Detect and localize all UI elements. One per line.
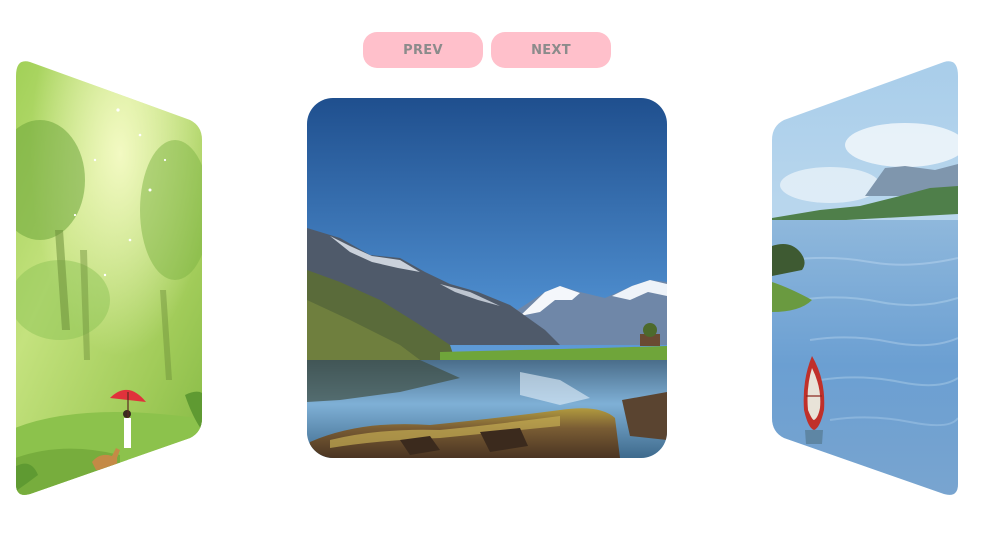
slide-center[interactable] [307,98,667,458]
carousel-stage: PREV NEXT [0,0,992,549]
slide-right[interactable] [765,55,965,510]
carousel-slides [0,55,965,510]
slide-left[interactable] [0,55,210,505]
